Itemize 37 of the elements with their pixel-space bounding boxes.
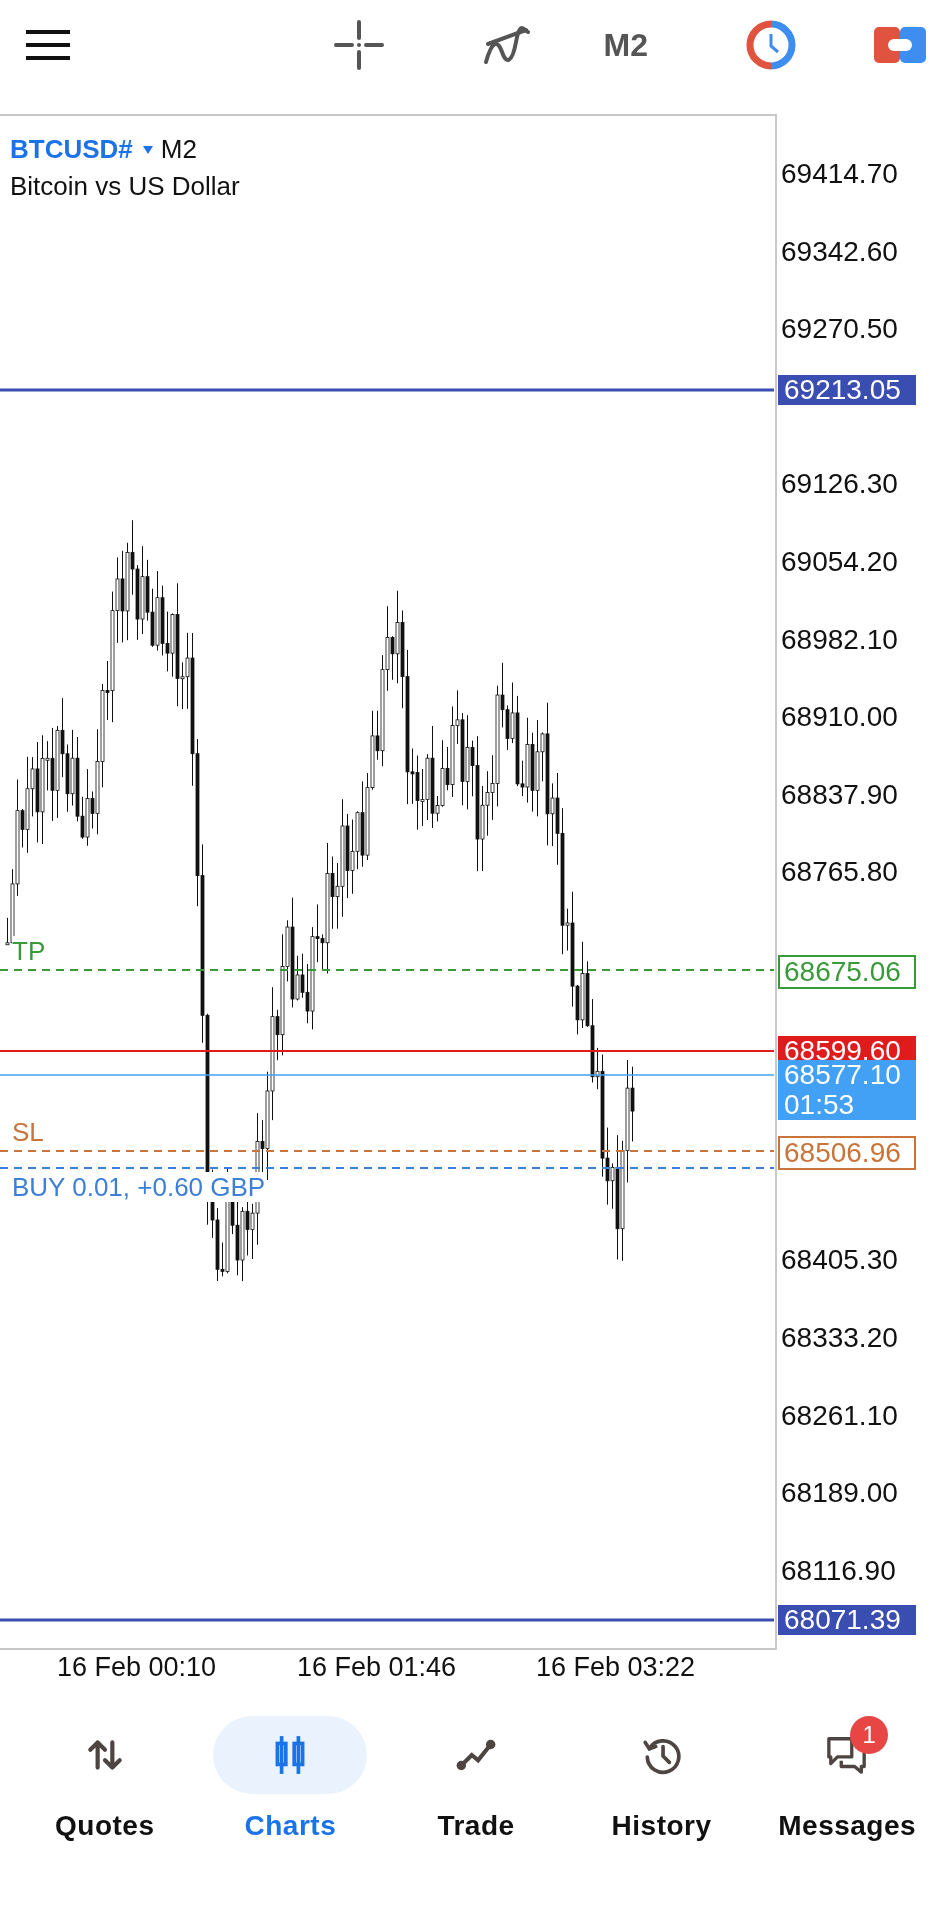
nav-tab[interactable]: History (568, 1716, 755, 1842)
price-tick: 68982.10 (781, 622, 898, 657)
price-tick: 68837.90 (781, 777, 898, 812)
price-tick: 68333.20 (781, 1321, 898, 1355)
price-tick: 69054.20 (781, 545, 898, 579)
price-label: 68577.10 01:53 (778, 1060, 916, 1120)
nav-tab[interactable]: Quotes (12, 1716, 198, 1842)
price-tick: 68405.30 (781, 1243, 898, 1278)
price-tick: 68116.90 (781, 1553, 896, 1588)
price-tick: 69270.50 (781, 312, 898, 347)
price-tick: 69414.70 (781, 157, 898, 191)
price-tick: 68910.00 (781, 700, 898, 735)
time-label: 16 Feb 01:46 (297, 1652, 457, 1683)
crosshair-icon[interactable] (333, 20, 384, 70)
price-label: 68506.96 (778, 1136, 916, 1170)
time-label: 16 Feb 03:22 (536, 1652, 696, 1683)
price-label: 68071.39 (778, 1605, 916, 1635)
price-label: 69213.05 (778, 375, 916, 405)
time-label: 16 Feb 00:10 (57, 1652, 217, 1683)
level-tag: BUY 0.01, +0.60 GBP (12, 1172, 266, 1202)
price-tick: 68189.00 (781, 1476, 898, 1511)
price-tick: 69126.30 (781, 467, 898, 502)
nav-tab[interactable]: Trade (383, 1716, 569, 1842)
unread-badge: 1 (850, 1716, 889, 1754)
timeframe-button[interactable]: M2 (603, 26, 648, 64)
price-tick: 68765.80 (781, 855, 898, 890)
toggle-icon[interactable] (874, 25, 926, 65)
chart-timeframe: M2 (160, 134, 197, 165)
price-label: 68675.06 (778, 955, 916, 989)
clock-icon[interactable] (746, 20, 796, 70)
symbol-description: Bitcoin vs US Dollar (10, 171, 240, 202)
dropdown-icon[interactable] (142, 145, 153, 154)
price-tick: 69342.60 (781, 234, 898, 269)
nav-tab[interactable]: 1 Messages (754, 1716, 940, 1842)
symbol-name[interactable]: BTCUSD# (10, 134, 133, 165)
price-tick: 68261.10 (781, 1398, 898, 1433)
menu-icon[interactable] (26, 30, 70, 60)
